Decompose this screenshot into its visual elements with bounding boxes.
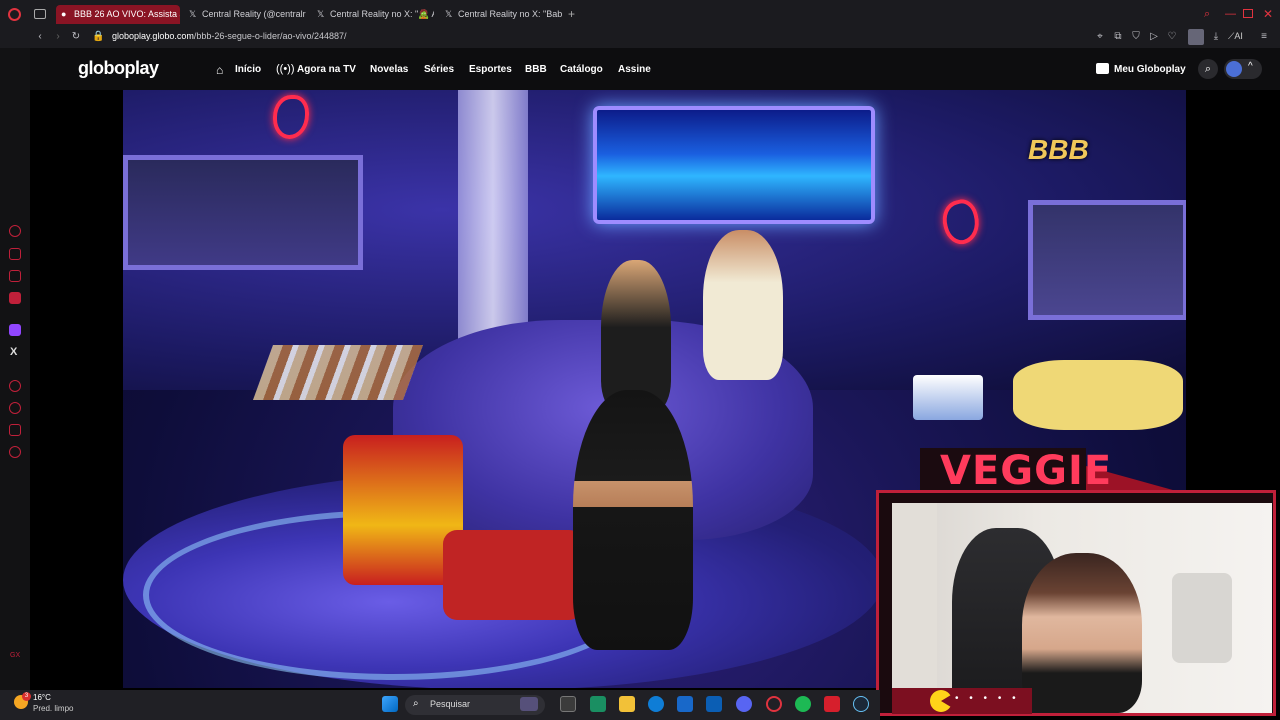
user-avatar [1226, 61, 1242, 77]
tab-central-reality-3[interactable]: 𝕏 Central Reality no X: "Bab [440, 5, 562, 24]
windows-start-icon[interactable] [382, 696, 398, 712]
yellow-bedding [1013, 360, 1183, 430]
person-cap-foreground [573, 390, 693, 650]
right-mirror [1028, 200, 1186, 320]
snapshot-icon[interactable]: ⌖ [1094, 31, 1106, 43]
store-icon[interactable] [677, 696, 693, 712]
left-mirror [123, 155, 363, 270]
sidebar-aria-icon[interactable] [9, 225, 21, 237]
sidebar-x-icon[interactable]: X [10, 346, 17, 358]
bbb-channel-logo: BBB [1028, 134, 1089, 165]
webcam-wall [892, 503, 937, 713]
x-favicon-icon: 𝕏 [189, 9, 197, 19]
edge-icon[interactable] [648, 696, 664, 712]
live-broadcast-icon: ((•)) [276, 63, 295, 75]
heart-icon[interactable]: ♡ [1166, 31, 1178, 43]
globoplay-logo[interactable]: globoplay [78, 58, 159, 79]
screenshot-icon[interactable]: ⧉ [1112, 31, 1124, 43]
nav-esportes[interactable]: Esportes [469, 64, 512, 75]
weather-desc[interactable]: Pred. limpo [33, 704, 73, 713]
meu-globoplay-link[interactable]: Meu Globoplay [1114, 64, 1186, 75]
new-tab-icon[interactable]: + [568, 8, 575, 20]
download-icon[interactable]: ⤓ [1210, 31, 1222, 43]
nav-assine[interactable]: Assine [618, 64, 651, 75]
open-suitcase [443, 530, 583, 620]
sidebar-player-icon[interactable] [9, 380, 21, 392]
tab-central-reality-2[interactable]: 𝕏 Central Reality no X: "🧟 A [312, 5, 434, 24]
shield-icon[interactable]: ⛉ [1130, 31, 1142, 43]
toiletries [913, 375, 983, 420]
streaming-app-icon[interactable] [824, 696, 840, 712]
sidebar-history-icon[interactable] [9, 402, 21, 414]
x-favicon-icon: 𝕏 [317, 9, 325, 19]
spotify-icon[interactable] [795, 696, 811, 712]
copilot-icon[interactable] [590, 696, 606, 712]
x-favicon-icon: 𝕏 [445, 9, 453, 19]
chevron-up-icon: ^ [1248, 61, 1253, 72]
search-tabs-icon[interactable]: ⌕ [1204, 8, 1210, 21]
opera-logo-icon[interactable] [8, 8, 21, 21]
nav-bbb[interactable]: BBB [525, 64, 547, 75]
search-icon: ⌕ [413, 698, 419, 709]
nav-inicio[interactable]: Início [235, 64, 261, 75]
globoplay-favicon-icon: ● [61, 9, 67, 19]
profile-avatar[interactable] [1188, 29, 1204, 45]
minimize-icon[interactable]: — [1225, 8, 1236, 20]
url-field[interactable]: globoplay.globo.com/bbb-26-segue-o-lider… [112, 31, 347, 41]
maximize-icon[interactable] [1243, 9, 1253, 18]
sidebar-settings-icon[interactable] [9, 446, 21, 458]
led-screen [593, 106, 875, 224]
lock-icon: 🔒 [92, 31, 105, 42]
outlook-icon[interactable] [706, 696, 722, 712]
close-window-icon[interactable]: ✕ [1263, 7, 1273, 21]
sidebar-mail-icon[interactable] [9, 292, 21, 304]
weather-temp[interactable]: 16°C [33, 693, 51, 702]
profile-menu[interactable]: ^ [1224, 59, 1262, 79]
reload-icon[interactable]: ↻ [70, 31, 82, 43]
browser-sidebar [0, 48, 30, 690]
sidebar-extensions-icon[interactable] [9, 424, 21, 436]
tab-bbb-live[interactable]: ● BBB 26 AO VIVO: Assista a [56, 5, 180, 24]
pacman-dots: • • • • • [955, 693, 1020, 704]
nav-novelas[interactable]: Novelas [370, 64, 408, 75]
shoes-row [252, 345, 424, 400]
opera-gx-icon[interactable] [766, 696, 782, 712]
person-sitting-left [601, 260, 671, 410]
nav-catalogo[interactable]: Catálogo [560, 64, 603, 75]
task-view-icon[interactable] [560, 696, 576, 712]
notification-badge: 3 [22, 692, 31, 701]
home-icon: ⌂ [216, 63, 224, 77]
nav-series[interactable]: Séries [424, 64, 454, 75]
forward-icon[interactable]: › [52, 31, 64, 43]
wall-pillar [458, 90, 528, 340]
tab-central-reality-1[interactable]: 𝕏 Central Reality (@centralr [184, 5, 306, 24]
ai-button[interactable]: ⟋AI [1228, 31, 1243, 42]
menu-icon[interactable]: ≡ [1258, 31, 1270, 43]
person-white-dress [703, 230, 783, 380]
my-globoplay-icon [1096, 63, 1109, 74]
discord-icon[interactable] [736, 696, 752, 712]
sidebar-gx-icon[interactable]: GX [10, 652, 20, 659]
streamer-name: VEGGIE [940, 448, 1113, 494]
play-icon[interactable]: ▷ [1148, 31, 1160, 43]
nav-agora-na-tv[interactable]: Agora na TV [297, 64, 356, 75]
sidebar-twitch-icon[interactable] [9, 324, 21, 336]
file-explorer-icon[interactable] [619, 696, 635, 712]
steam-icon[interactable] [853, 696, 869, 712]
webcam-feed [892, 503, 1272, 713]
back-icon[interactable]: ‹ [34, 31, 46, 43]
streamer [1022, 553, 1142, 713]
search-placeholder: Pesquisar [430, 699, 471, 709]
tab-menu-icon[interactable] [34, 9, 46, 19]
microphone [1172, 573, 1232, 663]
sidebar-messenger-icon[interactable] [9, 270, 21, 282]
sidebar-workspace-icon[interactable] [9, 248, 21, 260]
search-icon[interactable]: ⌕ [1198, 59, 1218, 79]
search-highlight-icon [520, 697, 538, 711]
